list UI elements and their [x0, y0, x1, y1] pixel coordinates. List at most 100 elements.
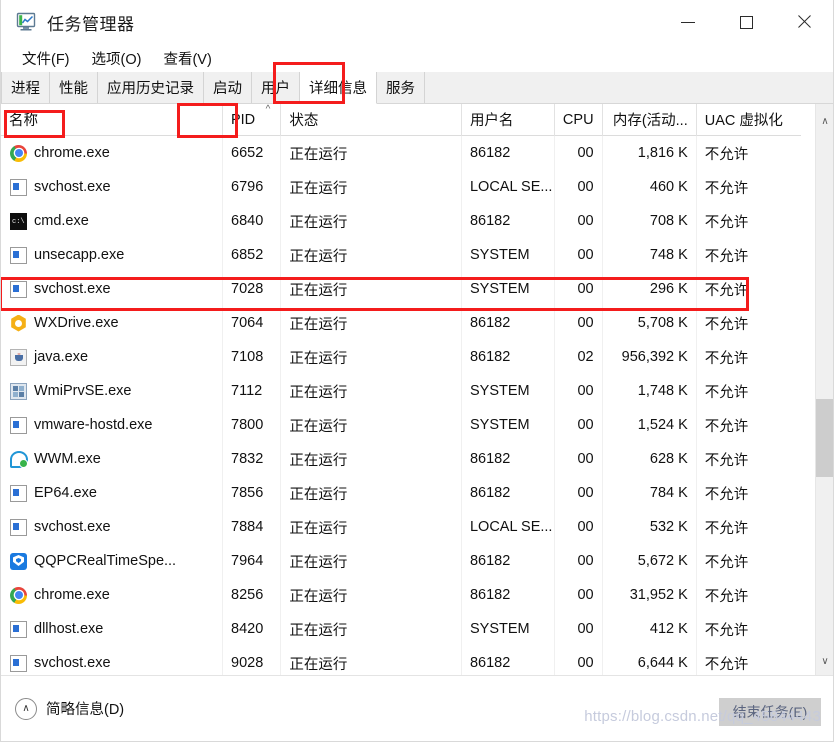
- cell-status: 正在运行: [281, 136, 462, 170]
- svchost-icon: [10, 518, 27, 536]
- wwm-icon: [10, 450, 28, 468]
- header-uac-virtualization[interactable]: UAC 虚拟化: [697, 104, 801, 136]
- cell-uac-virtualization: 不允许: [704, 146, 749, 163]
- cell-memory: 1,524 K: [603, 408, 697, 442]
- table-row[interactable]: QQPCRealTimeSpe... 7964 正在运行 86182 00 5,672 K…: [1, 544, 801, 578]
- table-row[interactable]: chrome.exe 8256 正在运行 86182 00 31,952 K 不允许: [1, 578, 801, 612]
- tab-performance[interactable]: 性能: [50, 72, 98, 103]
- header-memory-label: 内存(活动...: [612, 113, 688, 129]
- cell-cpu: 00: [555, 238, 603, 272]
- header-memory[interactable]: 内存(活动...: [603, 104, 697, 136]
- cell-cpu: 00: [555, 544, 603, 578]
- header-uac-label: UAC 虚拟化: [704, 113, 783, 129]
- cell-process-name: svchost.exe: [1, 510, 224, 544]
- header-pid[interactable]: PID ^: [223, 104, 282, 136]
- cell-process-name: java.exe: [1, 340, 224, 374]
- table-row[interactable]: svchost.exe 7884 正在运行 LOCAL SE... 00 532 K 不允许: [1, 510, 801, 544]
- header-username[interactable]: 用户名: [462, 104, 556, 136]
- header-status[interactable]: 状态: [281, 104, 462, 136]
- tab-users[interactable]: 用户: [252, 72, 300, 103]
- task-manager-window: 任务管理器 文件(F) 选项(O) 查看(V) 进程 性能 应用历史记录 启动 …: [0, 0, 834, 742]
- cell-uac-virtualization: 不允许: [704, 588, 749, 605]
- process-name-label: svchost.exe: [34, 519, 111, 535]
- tab-startup[interactable]: 启动: [204, 72, 252, 103]
- cell-memory: 532 K: [603, 510, 697, 544]
- table-row[interactable]: WXDrive.exe 7064 正在运行 86182 00 5,708 K 不允许: [1, 306, 801, 340]
- table-row[interactable]: svchost.exe 9028 正在运行 86182 00 6,644 K 不允许: [1, 646, 801, 676]
- cell-username: 86182: [462, 578, 556, 612]
- scroll-up-icon[interactable]: ∧: [816, 112, 833, 130]
- table-row[interactable]: svchost.exe 6796 正在运行 LOCAL SE... 00 460 K 不允许: [1, 170, 801, 204]
- vertical-scrollbar[interactable]: ∧ ∨: [815, 104, 833, 676]
- process-name-label: svchost.exe: [34, 179, 111, 195]
- close-icon: [796, 14, 812, 30]
- table-row[interactable]: svchost.exe 7028 正在运行 SYSTEM 00 296 K 不允许: [1, 272, 801, 306]
- cell-process-name: svchost.exe: [1, 170, 224, 204]
- table-row[interactable]: java.exe 7108 正在运行 86182 02 956,392 K 不允许: [1, 340, 801, 374]
- cell-process-name: svchost.exe: [1, 646, 224, 676]
- cell-memory: 628 K: [603, 442, 697, 476]
- table-row[interactable]: dllhost.exe 8420 正在运行 SYSTEM 00 412 K 不允许: [1, 612, 801, 646]
- cell-username: SYSTEM: [462, 374, 556, 408]
- table-row[interactable]: EP64.exe 7856 正在运行 86182 00 784 K 不允许: [1, 476, 801, 510]
- cell-uac-virtualization: 不允许: [704, 316, 749, 333]
- cell-process-name: svchost.exe: [1, 272, 224, 306]
- window-title: 任务管理器: [47, 14, 135, 34]
- cell-memory: 748 K: [603, 238, 697, 272]
- table-row[interactable]: chrome.exe 6652 正在运行 86182 00 1,816 K 不允许: [1, 136, 801, 170]
- maximize-button[interactable]: [717, 0, 775, 44]
- tab-processes[interactable]: 进程: [1, 72, 50, 103]
- cell-process-name: unsecapp.exe: [1, 238, 224, 272]
- menu-item-view[interactable]: 查看(V): [154, 46, 220, 71]
- svchost-icon: [10, 246, 27, 264]
- cell-cpu: 00: [555, 476, 603, 510]
- header-name-label: 名称: [9, 113, 38, 129]
- table-row[interactable]: cmd.exe 6840正在运行8618200708 K 不允许: [1, 204, 801, 238]
- cell-status: 正在运行: [281, 646, 462, 676]
- cell-status: 正在运行: [281, 272, 462, 306]
- end-task-button[interactable]: 结束任务(E): [719, 698, 821, 726]
- cell-memory: 784 K: [603, 476, 697, 510]
- process-name-label: chrome.exe: [34, 145, 110, 161]
- cell-status: 正在运行: [281, 238, 462, 272]
- fewer-details-button[interactable]: ∧ 简略信息(D): [15, 697, 124, 720]
- table-row[interactable]: unsecapp.exe 6852 正在运行 SYSTEM 00 748 K 不允许: [1, 238, 801, 272]
- scrollbar-thumb[interactable]: [816, 399, 833, 477]
- cell-process-name: WXDrive.exe: [1, 306, 224, 340]
- cell-status: 正在运行: [281, 408, 462, 442]
- table-row[interactable]: WmiPrvSE.exe 7112 正在运行 SYSTEM 00 1,748 K 不允许: [1, 374, 801, 408]
- tab-strip: 进程 性能 应用历史记录 启动 用户 详细信息 服务: [1, 72, 833, 104]
- cell-process-name: chrome.exe: [1, 136, 224, 170]
- header-name[interactable]: 名称: [1, 104, 223, 136]
- process-name-label: cmd.exe: [34, 213, 89, 229]
- close-button[interactable]: [775, 0, 833, 44]
- cell-memory: 5,708 K: [603, 306, 697, 340]
- cell-memory: 31,952 K: [603, 578, 697, 612]
- qqpc-icon: [10, 552, 27, 570]
- menu-bar: 文件(F) 选项(O) 查看(V): [1, 44, 833, 72]
- menu-item-options[interactable]: 选项(O): [83, 46, 151, 71]
- cell-cpu: 00: [555, 306, 603, 340]
- table-row[interactable]: vmware-hostd.exe 7800 正在运行 SYSTEM 00 1,524 K 不…: [1, 408, 801, 442]
- scroll-down-icon[interactable]: ∨: [816, 652, 833, 670]
- cell-cpu: 02: [555, 340, 603, 374]
- cell-pid: 7028: [223, 272, 282, 306]
- cell-username: 86182: [462, 136, 556, 170]
- svchost-icon: [10, 280, 27, 298]
- process-table: 名称 PID ^ 状态 用户名 CPU 内存(活动... UAC 虚拟化 chr…: [1, 104, 833, 676]
- process-name-label: svchost.exe: [34, 655, 111, 671]
- cell-memory: 708 K: [603, 204, 697, 238]
- cell-username: LOCAL SE...: [462, 510, 556, 544]
- tab-details[interactable]: 详细信息: [300, 72, 377, 104]
- svchost-icon: [10, 620, 27, 638]
- cell-uac-virtualization: 不允许: [704, 248, 749, 265]
- cell-cpu: 00: [555, 612, 603, 646]
- tab-app-history[interactable]: 应用历史记录: [98, 72, 204, 103]
- process-name-label: WXDrive.exe: [34, 315, 119, 331]
- table-row[interactable]: WWM.exe 7832 正在运行 86182 00 628 K 不允许: [1, 442, 801, 476]
- menu-item-file[interactable]: 文件(F): [13, 46, 79, 71]
- minimize-button[interactable]: [659, 0, 717, 44]
- header-cpu[interactable]: CPU: [555, 104, 603, 136]
- cell-status: 正在运行: [281, 306, 462, 340]
- tab-services[interactable]: 服务: [377, 72, 425, 103]
